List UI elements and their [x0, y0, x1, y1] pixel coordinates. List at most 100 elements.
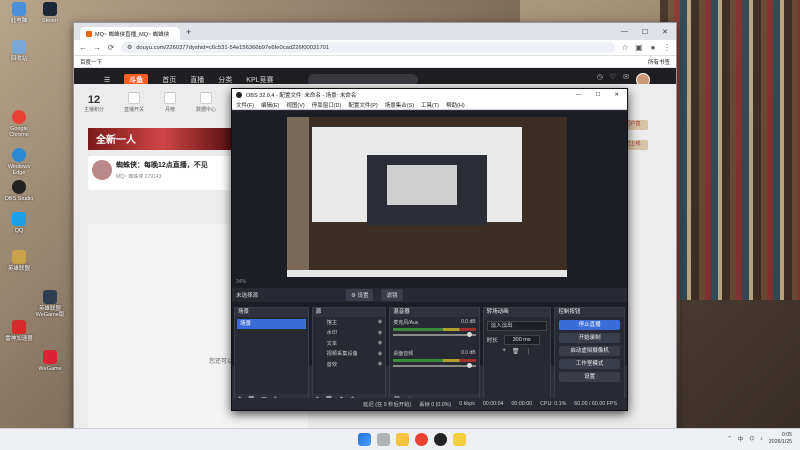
desktop-icon-obs[interactable]: OBS Studio [3, 180, 35, 202]
stat-points[interactable]: 12 主播积分 [84, 94, 104, 113]
desktop-icon-recycle[interactable]: 回收站 [3, 40, 35, 62]
streamer-avatar[interactable] [92, 160, 112, 180]
extensions-icon[interactable]: ▣ [635, 43, 643, 52]
room-subtitle: MQ~ 蜘蛛侠 279143 [116, 174, 162, 180]
file-explorer-icon[interactable] [396, 433, 409, 446]
no-source-label: 未选择源 [236, 293, 259, 299]
source-item[interactable]: 馆主 ◉ [313, 317, 386, 328]
settings-button[interactable]: 设置 [559, 372, 621, 382]
more-icon[interactable]: ⋮ [526, 348, 532, 355]
studio-mode-button[interactable]: 工作室模式 [559, 359, 621, 369]
stat-data-center[interactable]: 数据中心 [196, 92, 216, 113]
source-item[interactable]: 音效 ◉ [313, 359, 386, 370]
hamburger-icon[interactable]: ☰ [104, 76, 110, 84]
desktop-icon-wegame[interactable]: WeGame [34, 350, 66, 372]
browser-tab[interactable]: MQ~ 蜘蛛侠直播_MQ~ 蜘蛛侠 [80, 27, 180, 40]
bookmark-baidu[interactable]: 百度一下 [80, 58, 102, 66]
source-item[interactable]: 水印 ◉ [313, 328, 386, 339]
eye-icon[interactable]: ◉ [378, 340, 386, 346]
duration-input[interactable]: 300 ms [503, 335, 540, 345]
desktop-icon-leishen[interactable]: 雷神加速器 [3, 320, 35, 342]
eye-icon[interactable]: ◉ [378, 361, 386, 367]
source-item[interactable]: 视频采集设备 ◉ [313, 349, 386, 360]
profile-icon[interactable]: ● [649, 43, 657, 52]
status-cpu: CPU: 0.1% [540, 401, 567, 407]
site-info-icon[interactable]: ⚙ [127, 45, 132, 51]
volume-meter [393, 359, 476, 362]
eye-icon[interactable]: ◉ [378, 330, 386, 336]
menu-edit[interactable]: 编辑(E) [261, 101, 279, 109]
forward-icon[interactable]: → [93, 43, 101, 52]
start-recording-button[interactable]: 开始录制 [559, 333, 621, 343]
taskbar: ⌃ 中 ⌬ ♪ 0:05 2026/1/25 [0, 428, 800, 450]
bookmark-star-icon[interactable]: ☆ [621, 43, 629, 52]
menu-file[interactable]: 文件(F) [236, 101, 254, 109]
properties-button[interactable]: ⚙ 设置 [346, 289, 374, 301]
desktop-icon-lol-wegame[interactable]: 英雄联盟WeGame版 [34, 290, 66, 318]
virtual-camera-button[interactable]: 启动虚拟摄像机 [559, 346, 621, 356]
stat-live-switch[interactable]: 直播开关 [124, 92, 144, 113]
desktop-icon-edge[interactable]: Windows Edge [3, 148, 35, 176]
desktop-icon-steam[interactable]: Steam [34, 2, 66, 24]
network-icon[interactable]: ⌬ [749, 436, 754, 442]
maximize-button[interactable]: ☐ [642, 28, 648, 36]
add-icon[interactable]: + [502, 348, 506, 355]
desktop-icon-this-pc[interactable]: 此电脑 [3, 2, 35, 24]
status-stream-time: 00:00:04 [482, 401, 504, 407]
chrome-toolbar: ← → ⟳ ⚙ douyu.com/2260377dyshid=c6c531-5… [74, 40, 676, 56]
new-tab-button[interactable]: + [186, 27, 191, 37]
menu-docks[interactable]: 停靠窗口(D) [312, 101, 342, 109]
preview-canvas[interactable] [287, 117, 567, 277]
desktop-icon-qq[interactable]: QQ [3, 212, 35, 234]
obs-close-button[interactable]: ✕ [614, 92, 619, 98]
menu-view[interactable]: 视图(V) [286, 101, 304, 109]
menu-profile[interactable]: 配置文件(P) [348, 101, 377, 109]
tray-chevron-icon[interactable]: ⌃ [727, 436, 732, 442]
stat-monthly[interactable]: 月榜 [164, 92, 177, 113]
accelerator-icon [12, 320, 26, 334]
transition-select[interactable]: 淡入淡出 [486, 321, 548, 331]
zoom-level[interactable]: 34% [236, 279, 246, 285]
qq-icon [12, 212, 26, 226]
source-toolbar: 未选择源 ⚙ 设置 滤镜 [232, 288, 627, 302]
eye-icon[interactable]: ◉ [378, 319, 386, 325]
obs-icon[interactable] [434, 433, 447, 446]
ime-indicator[interactable]: 中 [738, 435, 744, 443]
volume-meter [393, 328, 476, 331]
filters-button[interactable]: 滤镜 [381, 289, 403, 301]
clock[interactable]: 0:05 2026/1/25 [769, 432, 792, 446]
stop-streaming-button[interactable]: 停止直播 [559, 320, 621, 330]
panel-title: 转场动画 [483, 308, 551, 317]
start-icon[interactable] [358, 433, 371, 446]
bookmarks-bar: 百度一下 所有书签 [74, 56, 676, 68]
promo-banner[interactable]: 全新一人 [88, 128, 238, 150]
volume-slider[interactable] [393, 332, 476, 337]
obs-minimize-button[interactable]: — [576, 92, 582, 98]
obs-maximize-button[interactable]: ☐ [595, 92, 600, 98]
trash-icon[interactable]: 🗑 [512, 348, 520, 355]
status-bitrate: 0 kbps [459, 401, 475, 407]
desktop-icon-lol[interactable]: 英雄联盟 [3, 250, 35, 272]
source-item[interactable]: 文本 ◉ [313, 338, 386, 349]
minimize-button[interactable]: — [621, 28, 628, 36]
menu-tools[interactable]: 工具(T) [421, 101, 439, 109]
all-bookmarks[interactable]: 所有书签 [648, 58, 670, 66]
reload-icon[interactable]: ⟳ [107, 43, 115, 52]
desktop-icon-chrome[interactable]: Google Chrome [3, 110, 35, 138]
volume-icon[interactable]: ♪ [760, 436, 763, 442]
status-fps: 60.00 / 60.00 FPS [574, 401, 617, 407]
address-bar[interactable]: ⚙ douyu.com/2260377dyshid=c6c531-54e1563… [121, 42, 615, 53]
close-button[interactable]: ✕ [662, 28, 668, 36]
search-icon[interactable] [377, 433, 390, 446]
menu-icon[interactable]: ⋮ [663, 43, 671, 52]
back-icon[interactable]: ← [79, 43, 87, 52]
menu-scene-collection[interactable]: 场景集合(S) [385, 101, 414, 109]
app-icon[interactable] [453, 433, 466, 446]
eye-icon[interactable]: ◉ [378, 351, 386, 357]
volume-slider[interactable] [393, 363, 476, 368]
menu-help[interactable]: 帮助(H) [446, 101, 465, 109]
sources-panel: 源 馆主◉ 水印◉ 文本◉ 视频采集设备◉ 音效◉ + 🗑 ⚙ ⌃ ⌄ [311, 307, 387, 405]
chrome-icon[interactable] [415, 433, 428, 446]
scene-item[interactable]: 场景 [237, 319, 306, 329]
rank-icon [164, 92, 177, 104]
